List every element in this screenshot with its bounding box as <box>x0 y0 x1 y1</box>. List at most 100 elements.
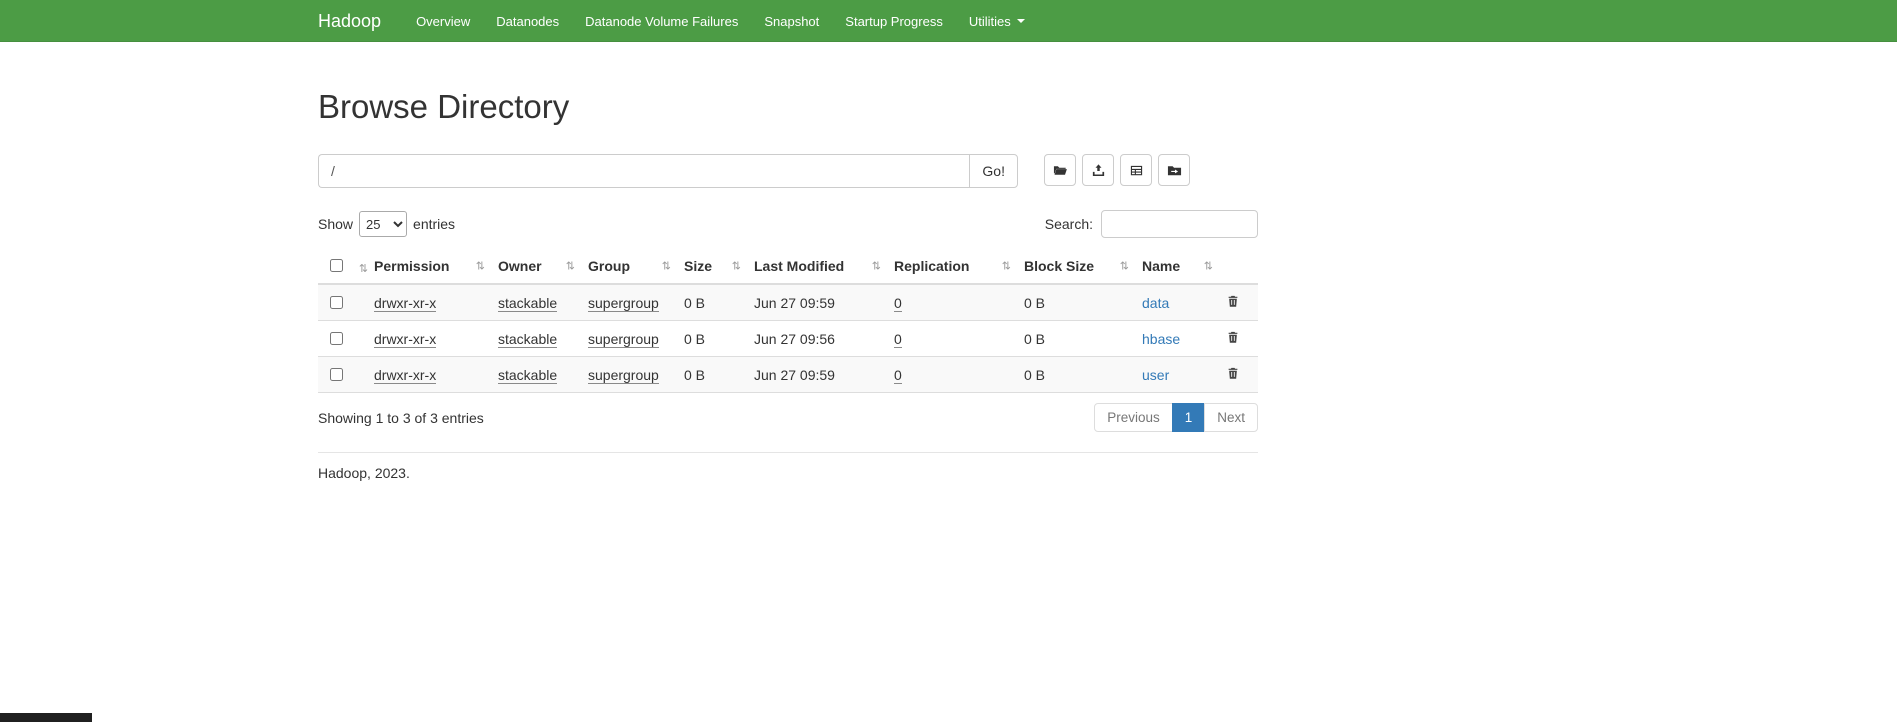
block-size-cell: 0 B <box>1024 331 1045 347</box>
column-header-last-modified[interactable]: Last Modified ⇅ <box>746 248 886 284</box>
table-controls: Show 25 entries Search: <box>318 210 1258 238</box>
delete-button[interactable] <box>1226 366 1240 381</box>
select-all-checkbox[interactable] <box>330 259 343 272</box>
column-header-group[interactable]: Group ⇅ <box>580 248 676 284</box>
search-label: Search: <box>1045 216 1093 232</box>
replication-cell[interactable]: 0 <box>894 295 902 312</box>
sort-icon: ⇅ <box>662 259 671 272</box>
sort-icon: ⇅ <box>1204 259 1213 272</box>
size-cell: 0 B <box>684 367 705 383</box>
directory-link[interactable]: hbase <box>1142 331 1180 347</box>
directory-link[interactable]: data <box>1142 295 1169 311</box>
table-row: drwxr-xr-x stackable supergroup 0 B Jun … <box>318 284 1258 321</box>
directory-link[interactable]: user <box>1142 367 1169 383</box>
sort-icon: ⇅ <box>732 259 741 272</box>
divider <box>318 452 1258 453</box>
create-directory-button[interactable] <box>1044 154 1076 186</box>
pagination-next[interactable]: Next <box>1204 403 1258 432</box>
caret-down-icon <box>1017 19 1025 23</box>
column-header-owner[interactable]: Owner ⇅ <box>490 248 580 284</box>
size-cell: 0 B <box>684 331 705 347</box>
column-header-replication[interactable]: Replication ⇅ <box>886 248 1016 284</box>
trash-icon <box>1226 330 1240 345</box>
permission-cell[interactable]: drwxr-xr-x <box>374 331 436 348</box>
column-header-name[interactable]: Name ⇅ <box>1134 248 1218 284</box>
table-footer: Showing 1 to 3 of 3 entries Previous 1 N… <box>318 403 1258 432</box>
sort-icon: ⇅ <box>476 259 485 272</box>
column-header-actions <box>1218 248 1258 284</box>
table-summary: Showing 1 to 3 of 3 entries <box>318 410 484 426</box>
table-header-row: ⇅ Permission ⇅ Owner ⇅ Group ⇅ Size ⇅ <box>318 248 1258 284</box>
sort-icon: ⇅ <box>872 259 881 272</box>
nav-item-snapshot[interactable]: Snapshot <box>751 0 832 42</box>
bottom-left-artifact <box>0 713 92 722</box>
sort-icon: ⇅ <box>566 259 575 272</box>
page-size-control: Show 25 entries <box>318 211 455 237</box>
block-size-cell: 0 B <box>1024 367 1045 383</box>
row-checkbox[interactable] <box>330 296 343 309</box>
group-cell[interactable]: supergroup <box>588 367 659 384</box>
select-all-header[interactable]: ⇅ <box>318 248 366 284</box>
nav-item-overview[interactable]: Overview <box>403 0 483 42</box>
replication-cell[interactable]: 0 <box>894 331 902 348</box>
column-header-permission[interactable]: Permission ⇅ <box>366 248 490 284</box>
column-header-block-size[interactable]: Block Size ⇅ <box>1016 248 1134 284</box>
trash-icon <box>1226 366 1240 381</box>
column-header-size[interactable]: Size ⇅ <box>676 248 746 284</box>
nav-item-datanodes[interactable]: Datanodes <box>483 0 572 42</box>
folder-move-icon <box>1167 163 1182 178</box>
search-box: Search: <box>1045 210 1258 238</box>
upload-files-button[interactable] <box>1082 154 1114 186</box>
sort-icon: ⇅ <box>1120 259 1129 272</box>
row-checkbox[interactable] <box>330 332 343 345</box>
last-modified-cell: Jun 27 09:59 <box>754 367 835 383</box>
last-modified-cell: Jun 27 09:56 <box>754 331 835 347</box>
main-container: Browse Directory Go! <box>318 88 1258 481</box>
path-input[interactable] <box>318 154 969 188</box>
owner-cell[interactable]: stackable <box>498 367 557 384</box>
nav-item-utilities[interactable]: Utilities <box>956 0 1038 42</box>
permission-cell[interactable]: drwxr-xr-x <box>374 367 436 384</box>
folder-open-icon <box>1053 163 1068 178</box>
paste-into-folder-button[interactable] <box>1158 154 1190 186</box>
cut-selected-button[interactable] <box>1120 154 1152 186</box>
path-input-group: Go! <box>318 154 1018 188</box>
footer-text: Hadoop, 2023. <box>318 465 1258 481</box>
navbar-container: Hadoop Overview Datanodes Datanode Volum… <box>318 0 1258 42</box>
group-cell[interactable]: supergroup <box>588 295 659 312</box>
go-button[interactable]: Go! <box>969 154 1018 188</box>
navbar-brand[interactable]: Hadoop <box>318 11 381 32</box>
navbar-menu: Overview Datanodes Datanode Volume Failu… <box>403 0 1038 42</box>
page-title: Browse Directory <box>318 88 1258 126</box>
search-input[interactable] <box>1101 210 1258 238</box>
pagination-previous[interactable]: Previous <box>1094 403 1173 432</box>
owner-cell[interactable]: stackable <box>498 331 557 348</box>
explorer-toolbar <box>1044 154 1190 186</box>
block-size-cell: 0 B <box>1024 295 1045 311</box>
permission-cell[interactable]: drwxr-xr-x <box>374 295 436 312</box>
table-row: drwxr-xr-x stackable supergroup 0 B Jun … <box>318 321 1258 357</box>
size-cell: 0 B <box>684 295 705 311</box>
last-modified-cell: Jun 27 09:59 <box>754 295 835 311</box>
pagination: Previous 1 Next <box>1094 403 1258 432</box>
replication-cell[interactable]: 0 <box>894 367 902 384</box>
group-cell[interactable]: supergroup <box>588 331 659 348</box>
pagination-page-1[interactable]: 1 <box>1172 403 1206 432</box>
cloud-upload-icon <box>1091 163 1106 178</box>
explorer-bar: Go! <box>318 154 1258 188</box>
owner-cell[interactable]: stackable <box>498 295 557 312</box>
delete-button[interactable] <box>1226 330 1240 345</box>
nav-item-datanode-volume-failures[interactable]: Datanode Volume Failures <box>572 0 751 42</box>
table-row: drwxr-xr-x stackable supergroup 0 B Jun … <box>318 357 1258 393</box>
sort-icon: ⇅ <box>1002 259 1011 272</box>
row-checkbox[interactable] <box>330 368 343 381</box>
nav-item-startup-progress[interactable]: Startup Progress <box>832 0 956 42</box>
directory-table: ⇅ Permission ⇅ Owner ⇅ Group ⇅ Size ⇅ <box>318 248 1258 393</box>
entries-label: entries <box>413 216 455 232</box>
show-label: Show <box>318 216 353 232</box>
page-size-select[interactable]: 25 <box>359 211 407 237</box>
navbar: Hadoop Overview Datanodes Datanode Volum… <box>0 0 1897 42</box>
table-icon <box>1129 163 1144 178</box>
trash-icon <box>1226 294 1240 309</box>
delete-button[interactable] <box>1226 294 1240 309</box>
